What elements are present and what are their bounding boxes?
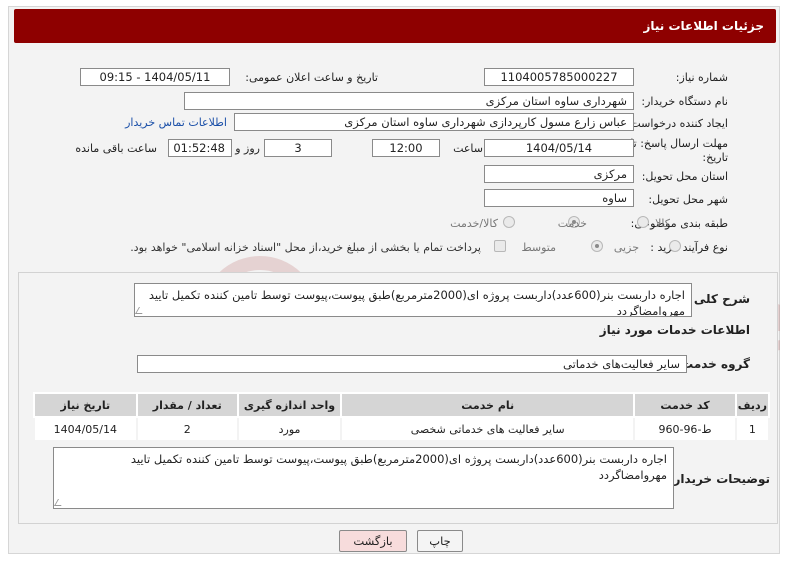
buyer-notes-textarea[interactable]: اجاره داربست بنر(600عدد)داربست پروژه ای(… bbox=[53, 447, 674, 509]
buyer-contact-link[interactable]: اطلاعات تماس خریدار bbox=[125, 116, 227, 129]
remaining-label: ساعت باقی مانده bbox=[75, 142, 157, 155]
col-date: تاریخ نیاز bbox=[33, 392, 138, 418]
days-field[interactable]: 3 bbox=[264, 139, 332, 157]
process-radio-minor[interactable] bbox=[669, 240, 681, 252]
cell-date: 1404/05/14 bbox=[33, 416, 138, 442]
summary-textarea[interactable]: اجاره داربست بنر(600عدد)داربست پروژه ای(… bbox=[134, 283, 692, 317]
col-name: نام خدمت bbox=[340, 392, 636, 418]
need-number-label: شماره نیاز: bbox=[675, 71, 728, 84]
category-option-goods-service: کالا/خدمت bbox=[450, 217, 498, 230]
process-label: نوع فرآیند خرید : bbox=[650, 241, 728, 254]
deadline-date-field[interactable]: 1404/05/14 bbox=[484, 139, 634, 157]
province-label: استان محل تحویل: bbox=[641, 170, 728, 183]
need-number-field[interactable]: 1104005785000227 bbox=[484, 68, 634, 86]
city-label: شهر محل تحویل: bbox=[648, 193, 728, 206]
creator-label: ایجاد کننده درخواست: bbox=[626, 117, 728, 130]
announce-label: تاریخ و ساعت اعلان عمومی: bbox=[245, 71, 378, 84]
deadline-time-field[interactable]: 12:00 bbox=[372, 139, 440, 157]
deadline-label: مهلت ارسال پاسخ: تا تاریخ: bbox=[630, 137, 728, 165]
table-row[interactable]: 1 ط-96-960 سایر فعالیت های خدماتی شخصی م… bbox=[33, 416, 771, 442]
deadline-label-line1: مهلت ارسال پاسخ: تا bbox=[630, 137, 728, 150]
col-row: ردیف bbox=[734, 392, 771, 418]
buyer-field[interactable]: شهرداری ساوه استان مرکزی bbox=[184, 92, 634, 110]
cell-row: 1 bbox=[734, 416, 771, 442]
treasury-payment-note: پرداخت تمام یا بخشی از مبلغ خرید،از محل … bbox=[130, 241, 481, 254]
city-field[interactable]: ساوه bbox=[484, 189, 634, 207]
treasury-payment-checkbox[interactable] bbox=[494, 240, 506, 252]
announce-field[interactable]: 1404/05/11 - 09:15 bbox=[80, 68, 230, 86]
services-section-title: اطلاعات خدمات مورد نیاز bbox=[599, 323, 750, 337]
service-group-field[interactable]: سایر فعالیت‌های خدماتی bbox=[137, 355, 687, 373]
resize-grip-icon[interactable] bbox=[135, 307, 147, 314]
category-option-goods: کالا bbox=[655, 217, 670, 230]
col-unit: واحد اندازه گیری bbox=[236, 392, 343, 418]
col-qty: تعداد / مقدار bbox=[135, 392, 239, 418]
process-option-medium: متوسط bbox=[521, 241, 556, 254]
cell-code: ط-96-960 bbox=[633, 416, 737, 442]
category-radio-goods[interactable] bbox=[637, 216, 649, 228]
table-header-row: ردیف کد خدمت نام خدمت واحد اندازه گیری ت… bbox=[33, 392, 771, 418]
deadline-label-line2: تاریخ: bbox=[702, 151, 728, 164]
process-radio-medium[interactable] bbox=[591, 240, 603, 252]
buyer-label: نام دستگاه خریدار: bbox=[641, 95, 728, 108]
buyer-notes-label: توضیحات خریدار: bbox=[668, 472, 770, 486]
summary-text: اجاره داربست بنر(600عدد)داربست پروژه ای(… bbox=[148, 288, 685, 317]
buyer-notes-text: اجاره داربست بنر(600عدد)داربست پروژه ای(… bbox=[130, 452, 667, 482]
days-label: روز و bbox=[235, 142, 260, 155]
cell-unit: مورد bbox=[236, 416, 343, 442]
category-option-service: خدمت bbox=[557, 217, 587, 230]
cell-qty: 2 bbox=[135, 416, 239, 442]
time-label: ساعت bbox=[453, 142, 483, 155]
process-option-minor: جزیی bbox=[613, 241, 639, 254]
category-radio-goods-service[interactable] bbox=[503, 216, 515, 228]
service-group-label: گروه خدمت: bbox=[676, 357, 750, 371]
province-field[interactable]: مرکزی bbox=[484, 165, 634, 183]
page-title: جزئیات اطلاعات نیاز bbox=[14, 9, 776, 43]
services-table: ردیف کد خدمت نام خدمت واحد اندازه گیری ت… bbox=[33, 392, 771, 442]
print-button[interactable]: چاپ bbox=[417, 530, 463, 552]
resize-grip-icon[interactable] bbox=[54, 499, 66, 506]
cell-name: سایر فعالیت های خدماتی شخصی bbox=[340, 416, 636, 442]
creator-field[interactable]: عباس زارع مسول کارپردازی شهرداری ساوه اس… bbox=[234, 113, 634, 131]
remaining-field[interactable]: 01:52:48 bbox=[168, 139, 232, 157]
col-code: کد خدمت bbox=[633, 392, 737, 418]
back-button[interactable]: بازگشت bbox=[339, 530, 407, 552]
